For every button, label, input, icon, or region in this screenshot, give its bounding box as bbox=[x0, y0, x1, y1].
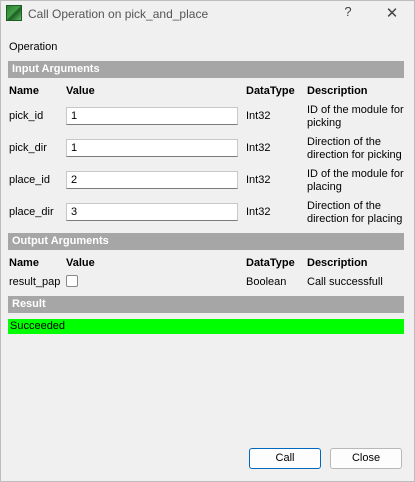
arg-type-place-dir: Int32 bbox=[246, 206, 271, 218]
call-button[interactable]: Call bbox=[249, 448, 321, 469]
output-col-datatype: DataType bbox=[246, 257, 295, 269]
output-col-name: Name bbox=[9, 257, 39, 269]
close-window-icon[interactable]: ✕ bbox=[382, 4, 402, 22]
place-id-input[interactable] bbox=[66, 171, 238, 189]
close-button[interactable]: Close bbox=[330, 448, 402, 469]
input-col-description: Description bbox=[307, 85, 368, 97]
arg-desc-place-dir: Direction of the direction for placing bbox=[307, 200, 403, 225]
arg-desc-pick-dir: Direction of the direction for picking bbox=[307, 136, 402, 161]
title-bar: Call Operation on pick_and_place ? ✕ bbox=[0, 0, 415, 28]
input-col-value: Value bbox=[66, 85, 95, 97]
arg-name-pick-dir: pick_dir bbox=[9, 142, 47, 154]
input-arguments-header: Input Arguments bbox=[8, 61, 404, 78]
help-button[interactable]: ? bbox=[338, 4, 358, 22]
arg-desc-place-id: ID of the module for placing bbox=[307, 168, 404, 193]
result-pap-checkbox[interactable] bbox=[66, 275, 78, 287]
arg-type-pick-id: Int32 bbox=[246, 110, 271, 122]
output-arguments-header: Output Arguments bbox=[8, 233, 404, 250]
output-col-value: Value bbox=[66, 257, 95, 269]
output-col-description: Description bbox=[307, 257, 368, 269]
app-icon bbox=[6, 5, 22, 21]
arg-name-result-pap: result_pap bbox=[9, 276, 61, 288]
place-dir-input[interactable] bbox=[66, 203, 238, 221]
result-status: Succeeded bbox=[8, 319, 404, 334]
arg-name-place-dir: place_dir bbox=[9, 206, 54, 218]
pick-id-input[interactable] bbox=[66, 107, 238, 125]
arg-name-pick-id: pick_id bbox=[9, 110, 44, 122]
window-title: Call Operation on pick_and_place bbox=[28, 7, 209, 21]
arg-desc-result-pap: Call successfull bbox=[307, 276, 383, 288]
operation-label: Operation bbox=[9, 41, 58, 53]
arg-name-place-id: place_id bbox=[9, 174, 50, 186]
result-header: Result bbox=[8, 296, 404, 313]
input-col-name: Name bbox=[9, 85, 39, 97]
input-col-datatype: DataType bbox=[246, 85, 295, 97]
pick-dir-input[interactable] bbox=[66, 139, 238, 157]
arg-type-pick-dir: Int32 bbox=[246, 142, 271, 154]
arg-desc-pick-id: ID of the module for picking bbox=[307, 104, 404, 129]
arg-type-place-id: Int32 bbox=[246, 174, 271, 186]
arg-type-result-pap: Boolean bbox=[246, 276, 287, 288]
